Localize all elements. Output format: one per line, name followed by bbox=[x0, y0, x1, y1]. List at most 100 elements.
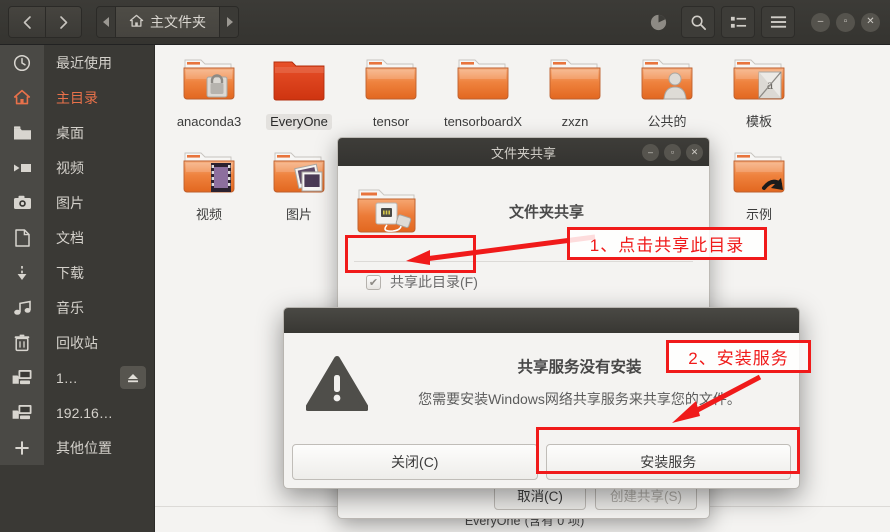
file-item[interactable]: EveryOne bbox=[253, 53, 345, 131]
folder-share-dialog-title: 文件夹共享 bbox=[490, 145, 556, 161]
breadcrumb-item-home[interactable]: 主文件夹 bbox=[115, 7, 220, 37]
file-item[interactable]: anaconda3 bbox=[163, 53, 255, 130]
file-item[interactable]: 示例 bbox=[713, 146, 805, 223]
breadcrumb-scroll-right[interactable] bbox=[220, 7, 238, 37]
sidebar-item-label: 192.16… bbox=[56, 404, 113, 421]
breadcrumb-label: 主文件夹 bbox=[150, 14, 206, 30]
file-item[interactable]: tensorboardX bbox=[437, 53, 529, 130]
sidebar-item-4[interactable]: 图片 bbox=[0, 185, 154, 220]
folder-template-icon: a bbox=[713, 53, 805, 110]
folder-pictures-icon bbox=[253, 146, 345, 203]
file-name: tensor bbox=[372, 114, 410, 129]
forward-button[interactable] bbox=[45, 7, 81, 37]
home-icon bbox=[129, 14, 144, 31]
folder-share-close-button[interactable]: ✕ bbox=[686, 143, 703, 161]
camera-icon bbox=[0, 185, 44, 220]
sidebar-item-label: 回收站 bbox=[56, 334, 98, 351]
annotation-1-highlight bbox=[345, 235, 476, 273]
folder-share-maximize-button[interactable]: ▫ bbox=[664, 143, 681, 161]
folder-share-minimize-button[interactable]: – bbox=[642, 143, 659, 161]
folder-icon bbox=[0, 115, 44, 150]
file-item[interactable]: a 模板 bbox=[713, 53, 805, 130]
sidebar-item-label: 图片 bbox=[56, 194, 84, 211]
file-name: 模板 bbox=[745, 114, 772, 129]
file-item[interactable]: 公共的 bbox=[621, 53, 713, 130]
search-button[interactable] bbox=[681, 6, 715, 38]
folder-link-icon bbox=[713, 146, 805, 203]
close-button[interactable]: ✕ bbox=[861, 12, 880, 32]
progress-pie-icon[interactable] bbox=[641, 6, 675, 38]
file-name: zxzn bbox=[561, 114, 589, 129]
sidebar-item-7[interactable]: 音乐 bbox=[0, 290, 154, 325]
file-manager-window: 主文件夹 – ▫ ✕ 最近使用 主目录 桌面 视频 图片 文档 下载 音乐 回收… bbox=[0, 0, 890, 532]
folder-share-heading: 文件夹共享 bbox=[508, 204, 584, 221]
folder-icon bbox=[345, 53, 437, 110]
sidebar-item-10[interactable]: 192.16… bbox=[0, 395, 154, 430]
main-menu-button[interactable] bbox=[761, 6, 795, 38]
sidebar-item-8[interactable]: 回收站 bbox=[0, 325, 154, 360]
file-name: 图片 bbox=[285, 207, 312, 222]
breadcrumb: 主文件夹 bbox=[96, 6, 239, 38]
minimize-button[interactable]: – bbox=[811, 12, 830, 32]
warning-message: 您需要安装Windows网络共享服务来共享您的文件。 bbox=[418, 391, 741, 407]
sidebar-item-1[interactable]: 主目录 bbox=[0, 80, 154, 115]
folder-icon bbox=[529, 53, 621, 110]
file-name: anaconda3 bbox=[176, 114, 242, 129]
sidebar-item-label: 最近使用 bbox=[56, 54, 112, 71]
icon-grid: anaconda3 EveryOne tensor tensorboardX zxzn 公… bbox=[155, 45, 890, 222]
sidebar-item-label: 1… bbox=[56, 369, 78, 386]
sidebar-item-6[interactable]: 下载 bbox=[0, 255, 154, 290]
file-name: 视频 bbox=[195, 207, 222, 222]
folder-video-icon bbox=[163, 146, 255, 203]
sidebar-item-label: 其他位置 bbox=[56, 439, 112, 456]
file-name: 公共的 bbox=[647, 114, 687, 129]
hamburger-menu-icon bbox=[770, 16, 786, 28]
sidebar-item-0[interactable]: 最近使用 bbox=[0, 45, 154, 80]
music-icon bbox=[0, 290, 44, 325]
sidebar-item-11[interactable]: 其他位置 bbox=[0, 430, 154, 465]
home-icon bbox=[0, 80, 44, 115]
folder-share-dialog-titlebar: 文件夹共享 – ▫ ✕ bbox=[338, 138, 709, 166]
file-name: EveryOne bbox=[266, 114, 332, 130]
list-view-icon bbox=[730, 16, 746, 28]
warning-dialog-titlebar bbox=[284, 308, 799, 333]
breadcrumb-scroll-left[interactable] bbox=[97, 7, 115, 37]
back-button[interactable] bbox=[9, 7, 45, 37]
sidebar-item-label: 下载 bbox=[56, 264, 84, 281]
warning-close-button[interactable]: 关闭(C) bbox=[292, 444, 538, 480]
annotation-2-text: 2、安装服务 bbox=[688, 349, 789, 368]
view-options-button[interactable] bbox=[721, 6, 755, 38]
sidebar-item-3[interactable]: 视频 bbox=[0, 150, 154, 185]
network-drive-icon bbox=[0, 360, 44, 395]
file-item[interactable]: zxzn bbox=[529, 53, 621, 130]
sidebar-item-9[interactable]: 1… bbox=[0, 360, 154, 395]
plus-icon bbox=[0, 430, 44, 465]
file-item[interactable]: 视频 bbox=[163, 146, 255, 223]
navigation-button-group bbox=[8, 6, 82, 38]
folder-people-icon bbox=[621, 53, 713, 110]
share-this-folder-checkbox[interactable]: ✔ bbox=[366, 274, 381, 290]
trash-icon bbox=[0, 325, 44, 360]
file-name: tensorboardX bbox=[443, 114, 523, 129]
video-icon bbox=[0, 150, 44, 185]
folder-open-red-icon bbox=[253, 53, 345, 110]
search-icon bbox=[691, 15, 706, 30]
download-icon bbox=[0, 255, 44, 290]
network-drive-icon bbox=[0, 395, 44, 430]
warning-triangle-icon bbox=[305, 349, 384, 438]
file-item[interactable]: 图片 bbox=[253, 146, 345, 223]
header-bar: 主文件夹 – ▫ ✕ bbox=[0, 0, 890, 45]
eject-icon[interactable] bbox=[120, 366, 146, 389]
sidebar-item-label: 视频 bbox=[56, 159, 84, 176]
folder-share-window-controls: – ▫ ✕ bbox=[642, 143, 703, 161]
annotation-2-highlight bbox=[536, 427, 800, 474]
sidebar-item-2[interactable]: 桌面 bbox=[0, 115, 154, 150]
annotation-1-text: 1、点击共享此目录 bbox=[589, 236, 745, 255]
sidebar-item-label: 文档 bbox=[56, 229, 84, 246]
maximize-button[interactable]: ▫ bbox=[836, 12, 855, 32]
sidebar-item-label: 音乐 bbox=[56, 299, 84, 316]
file-name: 示例 bbox=[745, 207, 772, 222]
sidebar-item-5[interactable]: 文档 bbox=[0, 220, 154, 255]
file-item[interactable]: tensor bbox=[345, 53, 437, 130]
annotation-1-box: 1、点击共享此目录 bbox=[567, 227, 767, 260]
